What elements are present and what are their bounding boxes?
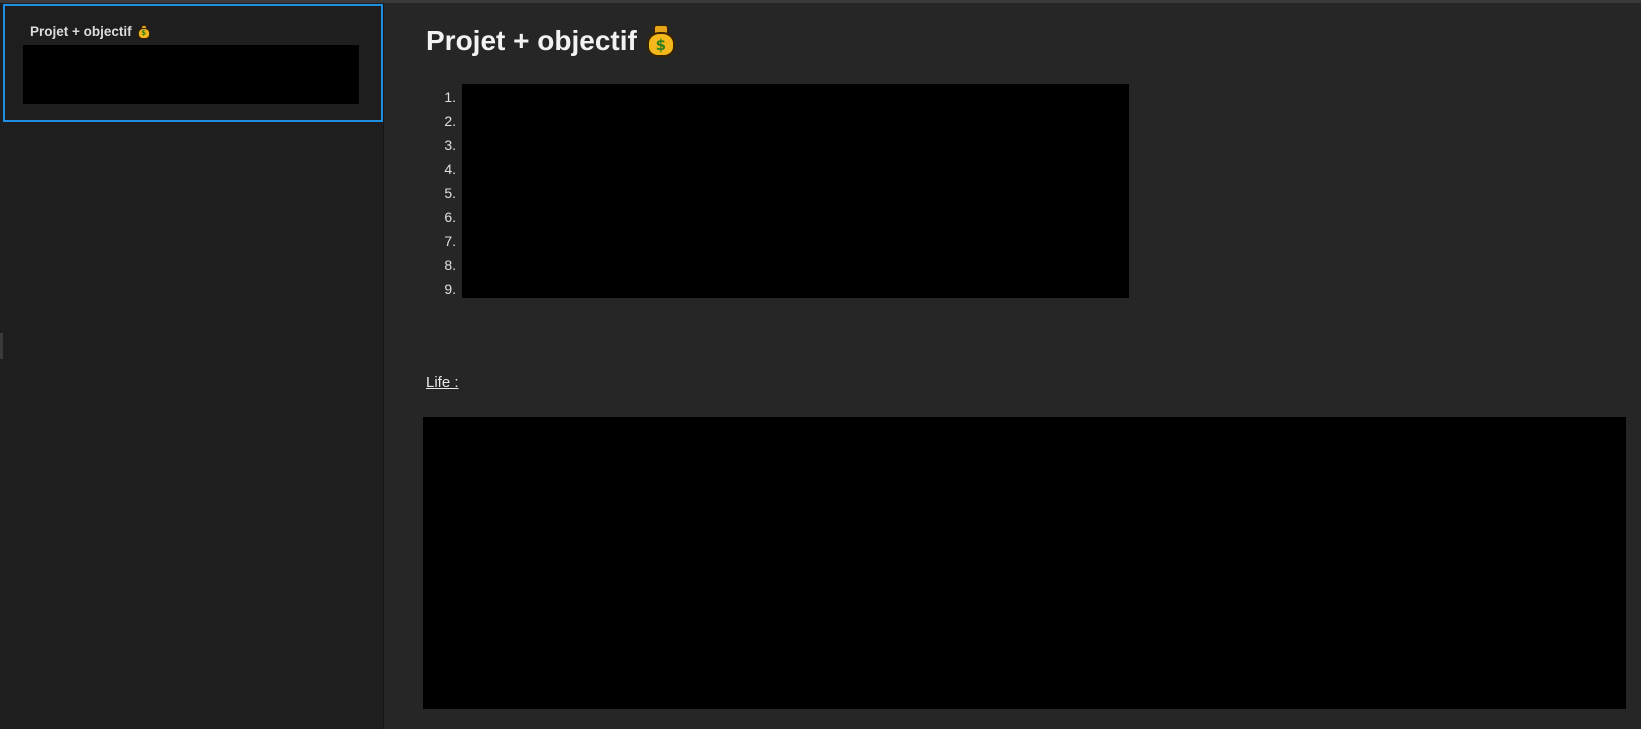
sidebar-resize-handle[interactable] bbox=[0, 333, 3, 359]
list-item-marker: 5. bbox=[444, 185, 456, 201]
list-item-marker: 3. bbox=[444, 137, 456, 153]
numbered-list: 1. 2. 3. 4. 5. 6. 7. 8. 9. bbox=[426, 85, 456, 301]
list-item-marker: 8. bbox=[444, 257, 456, 273]
list-item-marker: 6. bbox=[444, 209, 456, 225]
note-list-item-title: Projet + objectif $ bbox=[30, 24, 150, 39]
app-window: Projet + objectif $ Projet + objectif $ … bbox=[0, 0, 1641, 729]
money-bag-icon: $ bbox=[137, 24, 150, 39]
life-section-content-redacted bbox=[423, 417, 1626, 709]
page-title: Projet + objectif $ bbox=[426, 25, 675, 57]
life-section-label: Life : bbox=[426, 374, 459, 391]
note-list-item-title-text: Projet + objectif bbox=[30, 24, 132, 39]
notes-sidebar: Projet + objectif $ bbox=[0, 3, 384, 729]
note-editor[interactable]: Projet + objectif $ 1. 2. 3. 4. 5. 6. 7.… bbox=[384, 3, 1641, 729]
note-list-item-preview-redacted bbox=[23, 45, 359, 104]
list-content-redacted bbox=[462, 84, 1129, 298]
list-item-marker: 7. bbox=[444, 233, 456, 249]
list-item-marker: 2. bbox=[444, 113, 456, 129]
list-item-marker: 1. bbox=[444, 89, 456, 105]
page-title-text: Projet + objectif bbox=[426, 25, 637, 56]
list-item-marker: 9. bbox=[444, 281, 456, 297]
list-item-marker: 4. bbox=[444, 161, 456, 177]
note-list-item-selected[interactable]: Projet + objectif $ bbox=[3, 4, 383, 122]
money-bag-icon: $ bbox=[646, 25, 675, 57]
